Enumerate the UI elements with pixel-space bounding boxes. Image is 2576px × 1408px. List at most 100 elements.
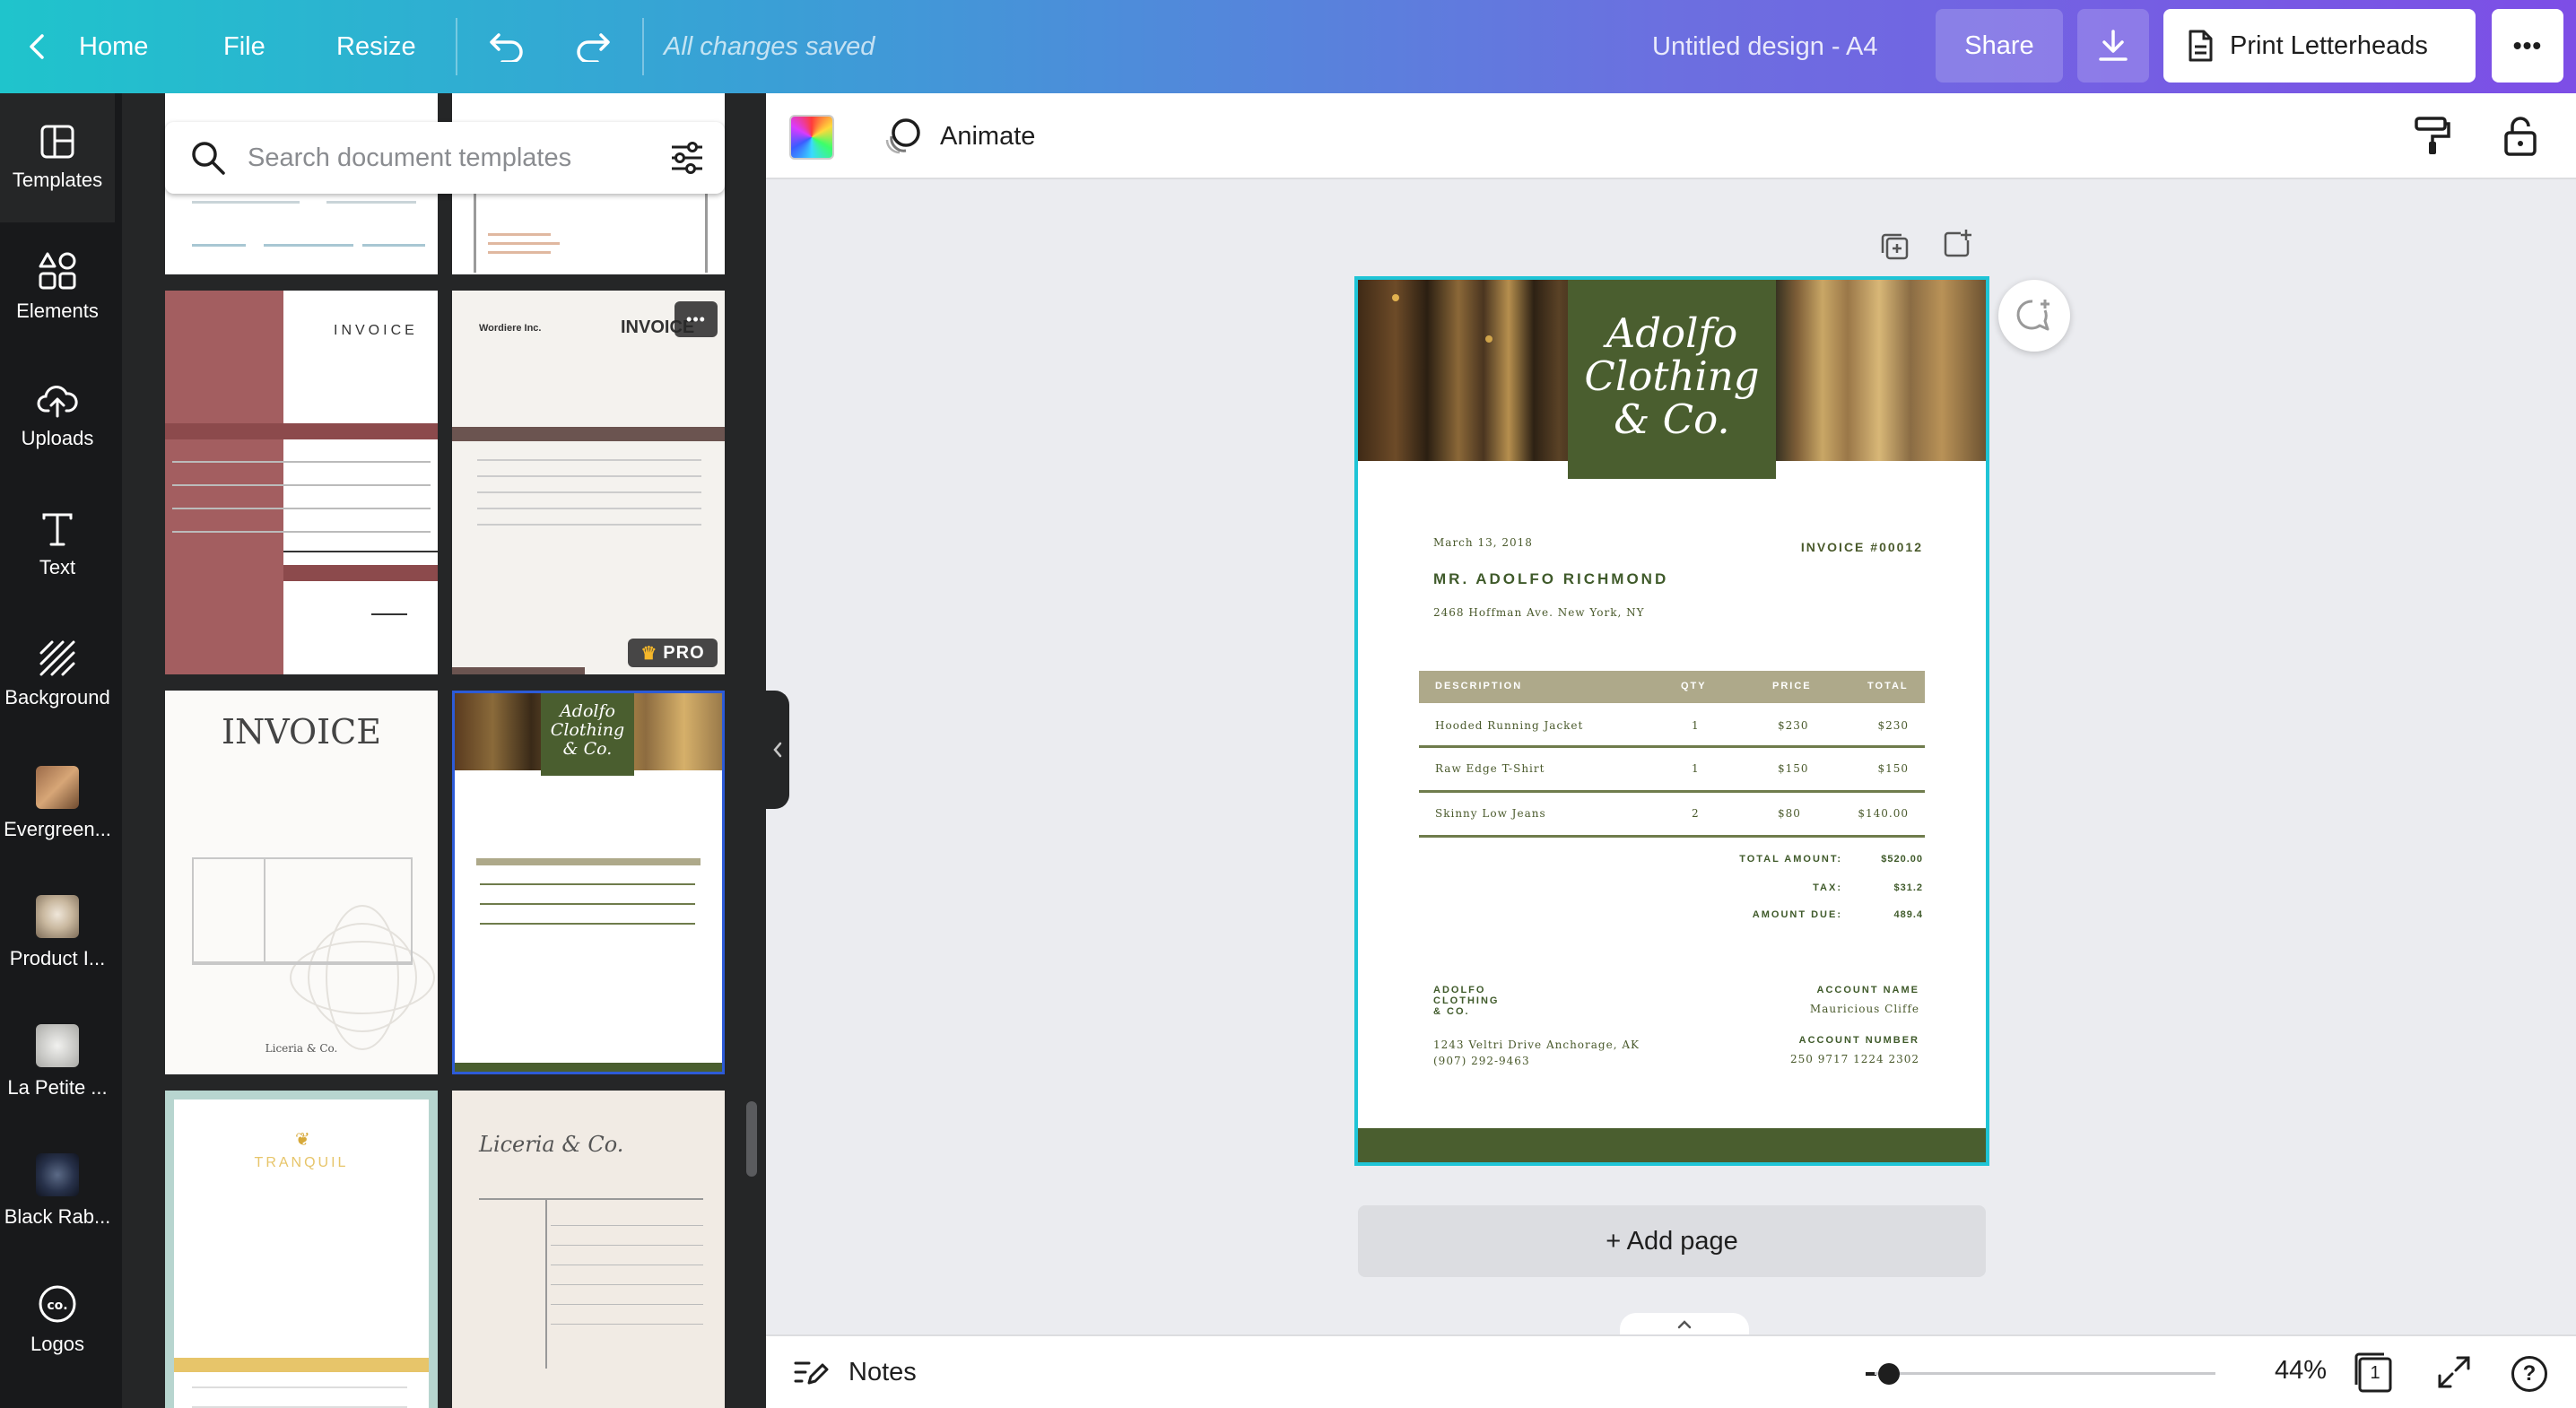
resize-button[interactable]: Resize bbox=[336, 0, 416, 93]
footer-phone[interactable]: (907) 292-9463 bbox=[1433, 1055, 1530, 1067]
download-icon bbox=[2099, 30, 2128, 61]
total-amount-label[interactable]: TOTAL AMOUNT: bbox=[1627, 854, 1842, 865]
animate-button[interactable]: Animate bbox=[883, 117, 1035, 156]
footer-address[interactable]: 1243 Veltri Drive Anchorage, AK bbox=[1433, 1039, 1640, 1051]
sidebar-item-logos[interactable]: co. Logos bbox=[0, 1256, 115, 1385]
client-name[interactable]: MR. ADOLFO RICHMOND bbox=[1433, 570, 1668, 588]
light-dot bbox=[1485, 335, 1493, 343]
sidebar-item-black-rabbit[interactable]: Black Rab... bbox=[0, 1126, 115, 1256]
download-button[interactable] bbox=[2077, 9, 2149, 83]
fullscreen-icon[interactable] bbox=[2436, 1354, 2472, 1395]
amount-due-label[interactable]: AMOUNT DUE: bbox=[1627, 909, 1842, 920]
elements-icon bbox=[39, 252, 76, 290]
table-row[interactable]: Skinny Low Jeans 2 $80 $140.00 bbox=[1419, 793, 1925, 838]
zoom-slider-track[interactable] bbox=[1875, 1372, 2215, 1375]
template-search-bar[interactable]: Search document templates bbox=[165, 122, 725, 194]
row-qty: 1 bbox=[1692, 719, 1700, 732]
animate-icon bbox=[885, 118, 920, 154]
template-thumbnail[interactable]: TRANQUIL ❦ bbox=[165, 1091, 438, 1408]
sidebar-item-la-petite[interactable]: La Petite ... bbox=[0, 997, 115, 1126]
search-input[interactable]: Search document templates bbox=[248, 143, 669, 173]
template-title: INVOICE bbox=[334, 323, 418, 338]
col-price: PRICE bbox=[1772, 681, 1812, 691]
footer-company[interactable]: ADOLFO CLOTHING & CO. bbox=[1433, 985, 1499, 1017]
pro-label: PRO bbox=[663, 642, 705, 663]
sidebar-item-background[interactable]: Background bbox=[0, 610, 115, 739]
template-brand: TRANQUIL bbox=[254, 1155, 349, 1170]
account-name-label[interactable]: ACCOUNT NAME bbox=[1717, 985, 1919, 995]
file-menu[interactable]: File bbox=[223, 0, 265, 93]
document-page[interactable]: Adolfo Clothing & Co. March 13, 2018 INV… bbox=[1354, 276, 1989, 1166]
zoom-slider-handle[interactable] bbox=[1878, 1363, 1900, 1385]
template-footer: Liceria & Co. bbox=[265, 1042, 338, 1055]
paint-roller-icon[interactable] bbox=[2413, 115, 2452, 162]
brand-line: & Co. bbox=[1614, 395, 1730, 443]
sidebar-item-elements[interactable]: Elements bbox=[0, 222, 115, 352]
invoice-number[interactable]: INVOICE #00012 bbox=[1776, 540, 1923, 554]
divider bbox=[642, 18, 644, 75]
col-qty: QTY bbox=[1681, 681, 1707, 691]
context-toolbar: Animate bbox=[766, 93, 2576, 179]
filter-sliders-icon[interactable] bbox=[669, 140, 705, 176]
page-count-button[interactable]: 1 bbox=[2354, 1352, 2395, 1394]
invoice-date[interactable]: March 13, 2018 bbox=[1433, 536, 1533, 549]
duplicate-page-icon[interactable] bbox=[1878, 230, 1910, 266]
panel-scrollbar[interactable] bbox=[746, 1101, 757, 1177]
template-thumbnail[interactable]: INVOICE bbox=[165, 291, 438, 674]
account-number-label[interactable]: ACCOUNT NUMBER bbox=[1717, 1035, 1919, 1046]
total-amount-value[interactable]: $520.00 bbox=[1851, 854, 1923, 865]
back-chevron-icon[interactable] bbox=[27, 0, 54, 93]
add-page-button[interactable]: + Add page bbox=[1358, 1205, 1986, 1277]
row-price: $150 bbox=[1778, 762, 1809, 775]
show-pages-handle[interactable] bbox=[1620, 1313, 1749, 1336]
brand-logo-block[interactable]: Adolfo Clothing & Co. bbox=[1568, 280, 1776, 479]
row-price: $230 bbox=[1778, 719, 1809, 732]
template-thumbnail[interactable]: INVOICE Liceria & Co. bbox=[165, 691, 438, 1074]
redo-icon[interactable] bbox=[570, 0, 615, 93]
lock-icon[interactable] bbox=[2502, 115, 2538, 162]
color-picker-swatch[interactable] bbox=[789, 115, 834, 160]
share-button[interactable]: Share bbox=[1936, 9, 2063, 83]
document-title[interactable]: Untitled design - A4 bbox=[1652, 0, 1877, 93]
client-address[interactable]: 2468 Hoffman Ave. New York, NY bbox=[1433, 606, 1645, 619]
template-thumbnail-selected[interactable]: Adolfo Clothing & Co. bbox=[452, 691, 725, 1074]
account-name[interactable]: Mauricious Cliffe bbox=[1717, 1003, 1919, 1015]
collapse-panel-handle[interactable] bbox=[766, 691, 789, 809]
help-button[interactable]: ? bbox=[2511, 1356, 2547, 1392]
account-number[interactable]: 250 9717 1224 2302 bbox=[1717, 1053, 1919, 1065]
template-thumbnail[interactable]: Liceria & Co. bbox=[452, 1091, 725, 1408]
footer-company-line: CLOTHING bbox=[1433, 995, 1500, 1006]
sidebar-item-uploads[interactable]: Uploads bbox=[0, 352, 115, 481]
svg-text:co.: co. bbox=[47, 1299, 67, 1313]
table-header[interactable]: DESCRIPTION QTY PRICE TOTAL bbox=[1419, 671, 1925, 703]
sidebar-item-evergreen[interactable]: Evergreen... bbox=[0, 739, 115, 868]
row-qty: 1 bbox=[1692, 762, 1700, 775]
add-page-icon[interactable] bbox=[1941, 228, 1973, 265]
row-total: $230 bbox=[1877, 719, 1909, 732]
sidebar-item-templates[interactable]: Templates bbox=[0, 93, 115, 222]
tax-value[interactable]: $31.2 bbox=[1851, 882, 1923, 893]
undo-icon[interactable] bbox=[484, 0, 529, 93]
home-button[interactable]: Home bbox=[79, 0, 148, 93]
folder-thumbnail bbox=[36, 766, 79, 809]
table-row[interactable]: Hooded Running Jacket 1 $230 $230 bbox=[1419, 703, 1925, 748]
notes-button[interactable]: Notes bbox=[793, 1356, 917, 1388]
table-row[interactable]: Raw Edge T-Shirt 1 $150 $150 bbox=[1419, 748, 1925, 793]
notes-label: Notes bbox=[849, 1357, 917, 1386]
amount-due-value[interactable]: 489.4 bbox=[1851, 909, 1923, 920]
template-thumbnail[interactable]: Wordiere Inc. INVOICE ••• ♛ PRO bbox=[452, 291, 725, 674]
print-letterheads-button[interactable]: Print Letterheads bbox=[2163, 9, 2476, 83]
sidebar-item-label: Evergreen... bbox=[4, 818, 111, 840]
templates-panel: Search document templates INVOICE Wordie… bbox=[122, 93, 766, 1408]
more-options-icon[interactable]: ••• bbox=[674, 301, 718, 337]
template-brand: Adolfo Clothing & Co. bbox=[541, 693, 634, 776]
sidebar-item-product[interactable]: Product I... bbox=[0, 868, 115, 997]
add-comment-button[interactable] bbox=[1998, 280, 2070, 352]
more-options-button[interactable]: ••• bbox=[2492, 9, 2563, 83]
zoom-level[interactable]: 44% bbox=[2237, 1356, 2327, 1386]
template-title: INVOICE bbox=[221, 712, 381, 752]
tax-label[interactable]: TAX: bbox=[1627, 882, 1842, 893]
save-status: All changes saved bbox=[664, 31, 875, 61]
sidebar-item-text[interactable]: Text bbox=[0, 481, 115, 610]
folder-thumbnail bbox=[36, 895, 79, 938]
